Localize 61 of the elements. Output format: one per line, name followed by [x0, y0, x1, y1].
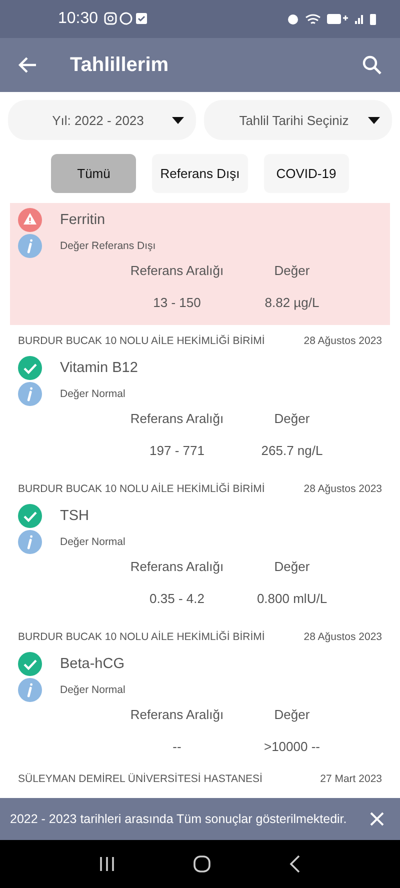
test-name: Vitamin B12	[60, 360, 138, 376]
column-label: Değer	[273, 411, 311, 428]
signal-icon	[355, 14, 364, 24]
reference-range: 13 - 150	[152, 295, 202, 312]
back-icon[interactable]	[289, 855, 301, 873]
result-card[interactable]: Ferritin Değer Referans Dışı Referans Aralığı Değer 13 - 150 8.82 µg/L	[10, 203, 390, 325]
result-value: >10000 --	[262, 739, 321, 756]
close-icon[interactable]	[370, 812, 384, 826]
dropdown[interactable]: Yıl: 2022 - 2023	[8, 100, 196, 140]
reference-range: 197 - 771	[148, 443, 206, 460]
reference-range: 0.35 - 4.2	[148, 591, 206, 608]
column-label: Referans Aralığı	[129, 411, 225, 428]
search-icon[interactable]	[362, 55, 382, 75]
check-icon	[18, 504, 42, 528]
result-status: Değer Referans Dışı	[60, 240, 156, 252]
result-date: 28 Ağustos 2023	[304, 335, 382, 347]
screen-title: Tahlillerim	[70, 54, 170, 76]
filter-tab[interactable]: Referans Dışı	[152, 154, 248, 193]
notification-icons	[104, 12, 148, 26]
test-name: TSH	[60, 508, 89, 524]
lab-name: BURDUR BUCAK 10 NOLU AİLE HEKİMLİĞİ BİRİMİ	[18, 483, 265, 495]
home-icon[interactable]	[193, 855, 211, 873]
result-status: Değer Normal	[60, 388, 126, 400]
filter-tab[interactable]: Tümü	[51, 154, 136, 193]
lab-name: BURDUR BUCAK 10 NOLU AİLE HEKİMLİĞİ BİRİMİ	[18, 631, 265, 643]
result-value: 0.800 mlU/L	[256, 591, 328, 608]
column-label: Değer	[273, 707, 311, 724]
recent-apps-icon[interactable]	[99, 856, 115, 872]
column-label: Değer	[273, 263, 311, 280]
result-status: Değer Normal	[60, 684, 126, 696]
reference-range: --	[172, 739, 182, 756]
result-value: 8.82 µg/L	[264, 295, 320, 312]
dropdown-caret-icon	[172, 116, 184, 124]
result-status: Değer Normal	[60, 536, 126, 548]
column-label: Referans Aralığı	[129, 707, 225, 724]
snackbar-message: 2022 - 2023 tarihleri arasında Tüm sonuçlar gösterilmektedir.	[10, 812, 348, 826]
column-label: Referans Aralığı	[129, 559, 225, 576]
result-item[interactable]: Beta-hCG Değer Normal Referans Aralığı Değer -- >10000 --	[10, 647, 390, 769]
network-type-icon	[327, 14, 349, 24]
check-icon	[18, 652, 42, 676]
lab-name: BURDUR BUCAK 10 NOLU AİLE HEKİMLİĞİ BİRİMİ	[18, 335, 265, 347]
test-name: Ferritin	[60, 212, 106, 228]
filter-tab[interactable]: COVID-19	[264, 154, 349, 193]
result-item[interactable]: TSH Değer Normal Referans Aralığı Değer 0.35 - 4.2 0.800 mlU/L	[10, 499, 390, 621]
battery-icon	[370, 14, 376, 24]
dropdown-caret-icon	[368, 116, 380, 124]
dropdown[interactable]: Tahlil Tarihi Seçiniz	[204, 100, 392, 140]
test-name: Beta-hCG	[60, 656, 124, 672]
check-icon	[18, 356, 42, 380]
wifi-icon	[305, 14, 321, 24]
column-label: Referans Aralığı	[129, 263, 225, 280]
result-date: 28 Ağustos 2023	[304, 483, 382, 495]
result-date: 28 Ağustos 2023	[304, 631, 382, 643]
result-date: 27 Mart 2023	[320, 773, 382, 785]
clock: 10:30	[58, 10, 98, 28]
result-item[interactable]: Vitamin B12 Değer Normal Referans Aralığı Değer 197 - 771 265.7 ng/L	[10, 351, 390, 473]
warning-icon	[18, 208, 42, 232]
back-arrow-icon[interactable]	[18, 55, 38, 75]
result-value: 265.7 ng/L	[260, 443, 324, 460]
lab-name: SÜLEYMAN DEMİREL ÜNİVERSİTESİ HASTANESİ	[18, 773, 262, 785]
column-label: Değer	[273, 559, 311, 576]
